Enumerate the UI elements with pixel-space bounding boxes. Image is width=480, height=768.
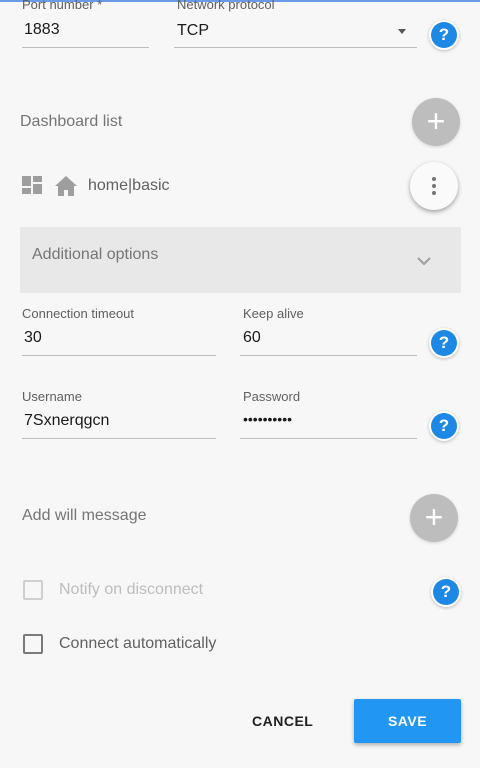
- port-underline: [22, 47, 149, 48]
- password-input[interactable]: ••••••••••: [243, 411, 292, 427]
- dropdown-arrow-icon[interactable]: [398, 29, 406, 34]
- username-input[interactable]: 7Sxnerqgcn: [24, 412, 109, 430]
- add-will-message-button[interactable]: +: [410, 494, 458, 542]
- help-icon[interactable]: ?: [431, 413, 457, 439]
- additional-options-panel[interactable]: Additional options: [20, 227, 461, 293]
- dashboard-icon: [22, 176, 42, 194]
- will-message-title: Add will message: [22, 507, 147, 524]
- add-dashboard-button[interactable]: +: [412, 98, 460, 146]
- help-icon[interactable]: ?: [433, 579, 459, 605]
- additional-options-title: Additional options: [32, 246, 159, 263]
- help-icon[interactable]: ?: [431, 22, 457, 48]
- keepalive-label: Keep alive: [243, 306, 304, 321]
- help-icon[interactable]: ?: [431, 330, 457, 356]
- keepalive-underline: [240, 355, 417, 356]
- auto-connect-checkbox[interactable]: [23, 634, 43, 654]
- save-button[interactable]: SAVE: [354, 699, 461, 743]
- more-vert-icon: [432, 177, 436, 195]
- username-label: Username: [22, 389, 82, 404]
- plus-icon: +: [424, 499, 444, 535]
- protocol-select[interactable]: TCP: [177, 22, 417, 46]
- timeout-underline: [22, 355, 216, 356]
- timeout-label: Connection timeout: [22, 306, 135, 321]
- keepalive-input[interactable]: 60: [243, 329, 261, 347]
- cancel-button[interactable]: CANCEL: [252, 713, 313, 729]
- save-button-label: SAVE: [387, 713, 428, 729]
- notify-checkbox[interactable]: [23, 580, 43, 600]
- port-label: Port number *: [22, 0, 103, 12]
- chevron-down-icon: [416, 253, 432, 271]
- username-underline: [22, 438, 216, 439]
- notify-label: Notify on disconnect: [59, 581, 204, 598]
- dashboard-menu-button[interactable]: [410, 162, 458, 210]
- dashboard-list-title: Dashboard list: [20, 113, 123, 130]
- protocol-label: Network protocol: [177, 0, 275, 12]
- dashboard-item-name[interactable]: home|basic: [88, 177, 170, 195]
- timeout-input[interactable]: 30: [24, 329, 42, 347]
- port-input[interactable]: 1883: [24, 21, 60, 39]
- password-label: Password: [243, 389, 301, 404]
- password-underline: [240, 438, 417, 439]
- auto-connect-label: Connect automatically: [59, 635, 217, 652]
- protocol-underline: [174, 47, 417, 48]
- plus-icon: +: [426, 103, 446, 139]
- home-icon: [54, 175, 78, 197]
